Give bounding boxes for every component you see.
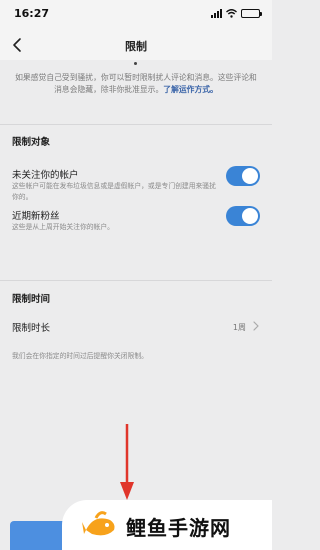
non-followers-title: 未关注你的帐户 xyxy=(12,170,79,181)
watermark-text: 鲤鱼手游网 xyxy=(126,516,231,540)
non-followers-description: 这些帐户可能在发布垃圾信息或是虚假帐户，或是专门创建用来骚扰你的。 xyxy=(12,182,216,201)
signal-icon xyxy=(211,9,222,18)
red-arrow-annotation xyxy=(120,424,134,500)
restrict-duration-value[interactable]: 1周 xyxy=(233,322,246,333)
wifi-icon xyxy=(226,9,237,18)
restrict-duration-title[interactable]: 限制时长 xyxy=(12,320,50,334)
toggle-knob xyxy=(242,168,258,184)
toggle-knob xyxy=(242,208,258,224)
new-followers-toggle[interactable] xyxy=(226,206,260,226)
divider xyxy=(0,280,272,281)
status-icons xyxy=(211,9,262,18)
divider xyxy=(0,124,272,125)
restrict-time-note: 我们会在你指定的时间过后提醒你关闭限制。 xyxy=(12,352,148,360)
intro-body: 如果感觉自己受到骚扰，你可以暂时限制扰人评论和消息。这些评论和消息会隐藏，除非你… xyxy=(15,73,257,94)
battery-icon xyxy=(241,9,262,18)
nav-bar: 限制 xyxy=(0,30,272,60)
status-bar: 16:27 xyxy=(0,0,272,30)
learn-more-link[interactable]: 了解运作方式。 xyxy=(163,85,218,94)
status-time: 16:27 xyxy=(14,7,50,20)
non-followers-toggle[interactable] xyxy=(226,166,260,186)
fish-logo-icon xyxy=(82,511,115,536)
page-title: 限制 xyxy=(125,40,147,53)
new-followers-description: 这些是从上周开始关注你的帐户。 xyxy=(12,223,114,231)
watermark: 鲤鱼手游网 xyxy=(62,500,272,550)
new-followers-title: 近期新粉丝 xyxy=(12,211,60,222)
scroll-indicator-dot xyxy=(134,62,137,65)
section-title-restrict-targets: 限制对象 xyxy=(12,137,51,148)
intro-text: 如果感觉自己受到骚扰，你可以暂时限制扰人评论和消息。这些评论和消息会隐藏，除非你… xyxy=(14,72,258,96)
chevron-right-icon[interactable] xyxy=(252,321,260,331)
section-title-restrict-time: 限制时间 xyxy=(12,294,51,305)
